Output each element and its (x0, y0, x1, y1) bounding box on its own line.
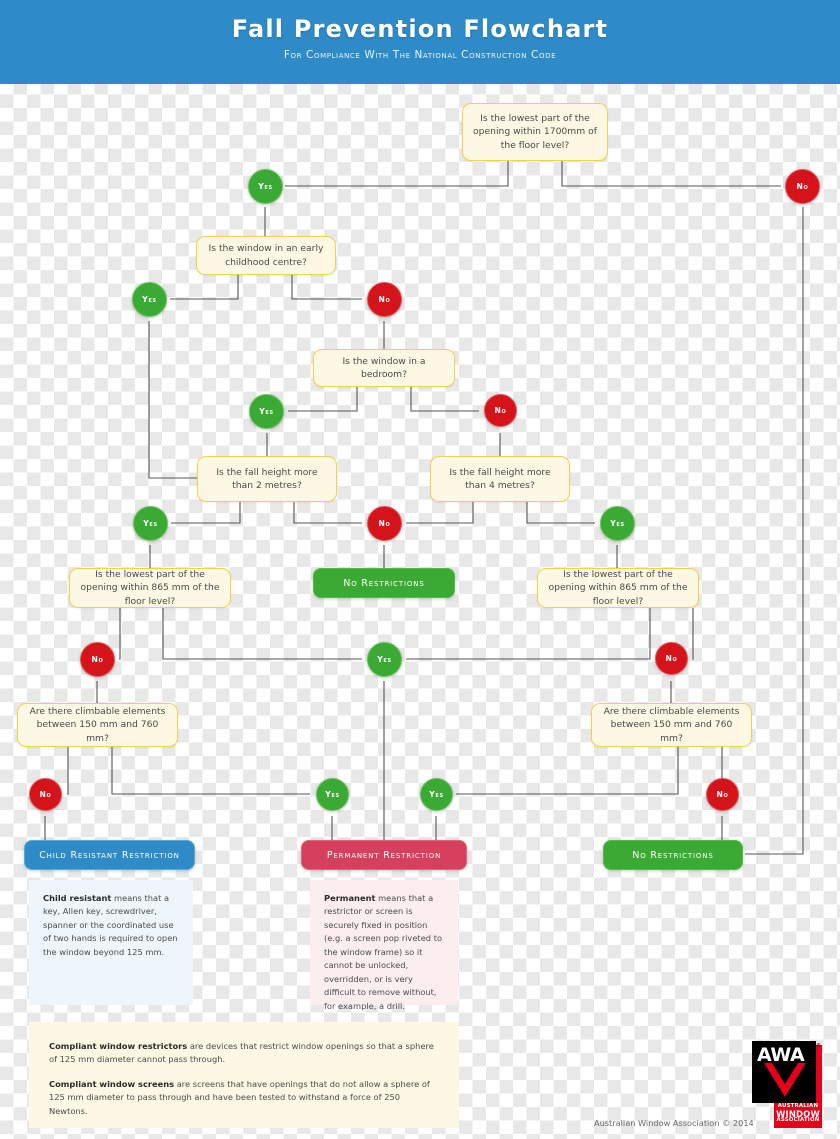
decision-no-q9[interactable]: No (706, 778, 739, 811)
decision-yes-q8[interactable]: Yes (316, 778, 349, 811)
decision-yes-q9[interactable]: Yes (420, 778, 453, 811)
awa-strip-line3: ASSOCIATION (776, 1117, 820, 1124)
outcome-no-restrictions-mid[interactable]: No Restrictions (313, 568, 455, 598)
definition-permanent: Permanent means that a restrictor or scr… (310, 880, 458, 1011)
decision-yes-q1[interactable]: Yes (248, 169, 283, 204)
definition-permanent-body: means that a restrictor or screen is sec… (324, 893, 443, 1011)
decision-yes-q4[interactable]: Yes (133, 506, 168, 541)
footnote-restrictors: Compliant window restrictors are devices… (49, 1040, 439, 1067)
question-box-opening-1700mm[interactable]: Is the lowest part of the opening within… (462, 103, 608, 161)
question-box-fall-height-2m[interactable]: Is the fall height more than 2 metres? (197, 456, 337, 502)
decision-no-q8[interactable]: No (29, 778, 62, 811)
question-box-fall-height-4m[interactable]: Is the fall height more than 4 metres? (430, 456, 570, 502)
outcome-child-resistant-restriction[interactable]: Child Resistant Restriction (24, 840, 195, 870)
decision-yes-q3[interactable]: Yes (249, 394, 284, 429)
question-box-early-childhood-centre[interactable]: Is the window in an early childhood cent… (196, 236, 336, 275)
question-box-bedroom[interactable]: Is the window in a bedroom? (313, 349, 455, 387)
awa-logo: AWA ® AUSTRALIAN WINDOW ASSOCIATION (752, 1041, 822, 1128)
decision-no-q2[interactable]: No (367, 282, 402, 317)
footnote-screens-term: Compliant window screens (49, 1078, 175, 1089)
decision-yes-q2[interactable]: Yes (132, 282, 167, 317)
question-box-climbable-elements-right[interactable]: Are there climbable elements between 150… (591, 703, 752, 747)
outcome-no-restrictions-right[interactable]: No Restrictions (603, 840, 743, 870)
footnote-panel: Compliant window restrictors are devices… (29, 1022, 459, 1128)
definition-child-resistant: Child resistant means that a key, Allen … (29, 880, 193, 1005)
decision-no-fall-height[interactable]: No (367, 506, 402, 541)
decision-yes-865mm-centre[interactable]: Yes (367, 642, 402, 677)
decision-no-q3[interactable]: No (484, 394, 517, 427)
awa-registered-mark: ® (816, 1043, 821, 1049)
definition-permanent-term: Permanent (324, 893, 376, 903)
footnote-screens: Compliant window screens are screens tha… (49, 1078, 439, 1118)
page-header: Fall Prevention Flowchart For Compliance… (0, 0, 840, 84)
page-subtitle: For Compliance With The National Constru… (283, 49, 557, 62)
question-box-opening-865mm-left[interactable]: Is the lowest part of the opening within… (69, 568, 231, 608)
footnote-restrictors-term: Compliant window restrictors (49, 1041, 188, 1051)
definition-child-resistant-term: Child resistant (43, 893, 112, 903)
decision-no-q6[interactable]: No (80, 642, 115, 677)
outcome-permanent-restriction[interactable]: Permanent Restriction (301, 840, 467, 870)
question-box-opening-865mm-right[interactable]: Is the lowest part of the opening within… (537, 568, 699, 608)
decision-no-q7[interactable]: No (655, 642, 688, 675)
decision-no-q1[interactable]: No (785, 169, 820, 204)
question-box-climbable-elements-left[interactable]: Are there climbable elements between 150… (17, 703, 178, 747)
awa-chevron-inner-icon (772, 1063, 798, 1084)
awa-logo-strip: AUSTRALIAN WINDOW ASSOCIATION (774, 1103, 822, 1128)
copyright-text: Australian Window Association © 2014 (594, 1118, 754, 1128)
page-title: Fall Prevention Flowchart (231, 15, 609, 43)
decision-yes-q5[interactable]: Yes (600, 506, 635, 541)
